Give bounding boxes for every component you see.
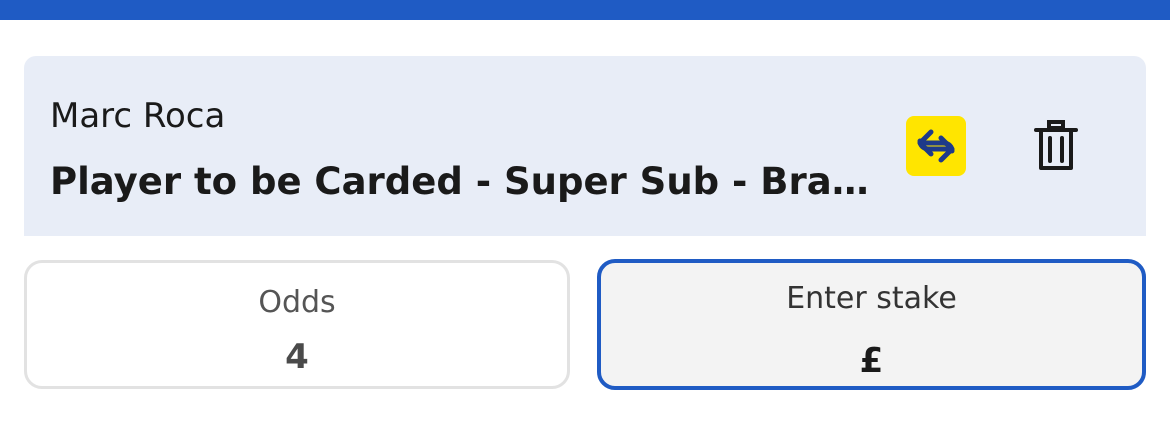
odds-label: Odds [258,285,336,320]
trash-icon [1034,120,1078,170]
stake-label: Enter stake [786,281,957,316]
swap-selection-button[interactable] [906,116,966,176]
stake-input[interactable]: Enter stake £ [597,259,1146,390]
top-accent-bar [0,0,1170,20]
odds-value: 4 [285,337,309,377]
player-name: Marc Roca [50,96,226,136]
delete-selection-button[interactable] [1028,118,1084,174]
bet-selection-card: Marc Roca Player to be Carded - Super Su… [24,56,1146,236]
odds-display: Odds 4 [24,260,570,389]
swap-arrows-icon [917,129,955,163]
market-name: Player to be Carded - Super Sub - Brag..… [50,160,870,203]
stake-currency-symbol: £ [859,341,884,381]
